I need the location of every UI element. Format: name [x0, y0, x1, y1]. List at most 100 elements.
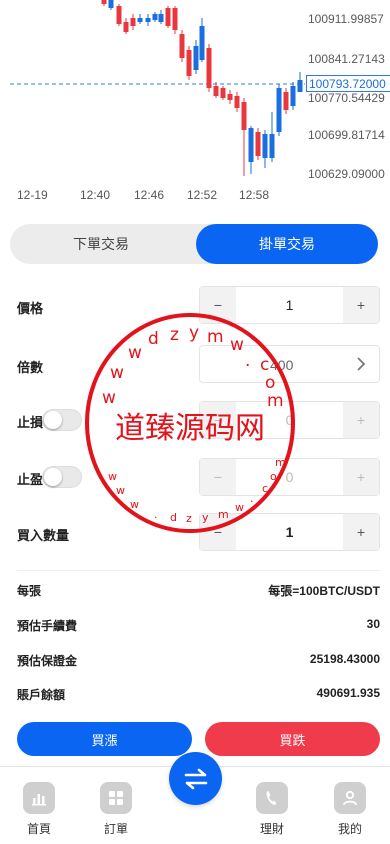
- candle-body: [116, 6, 122, 24]
- time-label-4: 12:52: [187, 188, 218, 202]
- svg-text:w: w: [102, 388, 116, 408]
- take-profit-stepper: − 0 +: [199, 458, 380, 496]
- svg-text:w: w: [110, 363, 124, 383]
- take-profit-label: 止盈: [17, 472, 44, 487]
- nav-home[interactable]: 首頁: [9, 782, 69, 837]
- multiplier-value: 400: [270, 357, 294, 373]
- candle-body: [227, 94, 233, 100]
- svg-text:d: d: [170, 511, 177, 524]
- fee-value: 30: [366, 617, 380, 631]
- price-level-1: 100911.99857: [308, 12, 384, 26]
- quantity-value[interactable]: 1: [236, 514, 343, 550]
- quantity-label: 買入數量: [17, 528, 70, 543]
- take-profit-decrease-button[interactable]: −: [200, 459, 236, 495]
- buy-long-button[interactable]: 買漲: [17, 722, 192, 756]
- candle-body: [234, 96, 240, 108]
- price-level-2: 100841.27143: [308, 52, 385, 66]
- nav-mine-label: 我的: [337, 822, 362, 836]
- order-type-tabs: 下單交易 掛單交易: [10, 224, 378, 264]
- user-icon: [334, 782, 366, 814]
- candle-body: [193, 46, 199, 70]
- time-label-5: 12:58: [239, 188, 270, 202]
- candle-body: [186, 50, 192, 76]
- svg-text:w: w: [108, 470, 117, 483]
- nav-finance[interactable]: 理財: [242, 782, 302, 837]
- price-level-5: 100629.09000: [308, 167, 385, 181]
- grid-icon: [100, 782, 132, 814]
- phone-icon: [256, 782, 288, 814]
- per-lot-value: 每張=100BTC/USDT: [268, 584, 380, 598]
- candle-body: [172, 8, 178, 30]
- time-label-2: 12:40: [80, 188, 111, 202]
- stop-loss-stepper: − 0 +: [199, 401, 380, 439]
- candle-body: [206, 48, 212, 88]
- candle-body: [248, 128, 254, 162]
- candle-body: [241, 102, 247, 130]
- multiplier-label: 倍數: [17, 360, 44, 375]
- candle-body: [255, 132, 261, 156]
- svg-text:d: d: [148, 329, 159, 349]
- chevron-right-icon: [357, 357, 366, 371]
- toggle-knob: [44, 468, 62, 486]
- candle-body: [123, 22, 129, 32]
- candle-body: [297, 80, 303, 92]
- chart-icon: [23, 782, 55, 814]
- margin-value: 25198.43000: [309, 652, 380, 666]
- price-level-3: 100770.54429: [308, 91, 385, 105]
- nav-orders[interactable]: 訂單: [86, 782, 146, 837]
- candle-body: [290, 86, 296, 106]
- per-lot-label: 每張: [17, 584, 42, 598]
- swap-arrows-icon: [184, 768, 207, 789]
- balance-label: 賬戶餘額: [17, 688, 66, 702]
- candle-body: [101, 0, 107, 4]
- svg-text:.: .: [154, 508, 158, 521]
- stop-loss-increase-button[interactable]: +: [343, 402, 379, 438]
- svg-text:w: w: [128, 343, 142, 363]
- take-profit-increase-button[interactable]: +: [343, 459, 379, 495]
- quantity-increase-button[interactable]: +: [343, 514, 379, 550]
- toggle-knob: [44, 411, 62, 429]
- price-value[interactable]: 1: [236, 287, 343, 323]
- quantity-stepper: − 1 +: [199, 513, 380, 551]
- svg-text:z: z: [186, 512, 192, 525]
- candle-body: [137, 18, 143, 22]
- take-profit-toggle[interactable]: [42, 466, 82, 488]
- time-label-3: 12:46: [134, 188, 165, 202]
- stop-loss-value[interactable]: 0: [236, 402, 343, 438]
- take-profit-value[interactable]: 0: [236, 459, 343, 495]
- svg-text:z: z: [170, 325, 179, 345]
- divider: [17, 570, 381, 571]
- multiplier-select[interactable]: 400: [199, 345, 380, 383]
- fee-label: 預估手續費: [17, 619, 78, 633]
- svg-text:y: y: [189, 323, 199, 343]
- nav-finance-label: 理財: [259, 822, 284, 836]
- tab-limit-order[interactable]: 掛單交易: [196, 224, 378, 264]
- price-label: 價格: [17, 301, 44, 316]
- candle-body: [130, 18, 136, 26]
- candle-body: [220, 88, 226, 98]
- candle-body: [213, 86, 219, 96]
- candle-body: [179, 34, 185, 58]
- svg-text:w: w: [130, 498, 139, 511]
- candle-body: [276, 88, 282, 132]
- price-decrease-button[interactable]: −: [200, 287, 236, 323]
- svg-text:w: w: [116, 484, 125, 497]
- tab-market-order[interactable]: 下單交易: [10, 224, 192, 264]
- candle-body: [199, 26, 205, 60]
- svg-text:m: m: [207, 327, 224, 347]
- nav-orders-label: 訂單: [103, 822, 128, 836]
- quantity-decrease-button[interactable]: −: [200, 514, 236, 550]
- margin-label: 預估保證金: [17, 654, 78, 668]
- swap-button[interactable]: [169, 752, 222, 805]
- candlestick-chart[interactable]: 100911.99857 100841.27143 100770.54429 1…: [0, 0, 390, 210]
- price-increase-button[interactable]: +: [343, 287, 379, 323]
- nav-mine[interactable]: 我的: [320, 782, 380, 837]
- stop-loss-label: 止損: [17, 415, 44, 430]
- time-label-1: 12-19: [17, 188, 48, 202]
- buy-short-button[interactable]: 買跌: [205, 722, 380, 756]
- candle-body: [152, 14, 158, 20]
- stop-loss-decrease-button[interactable]: −: [200, 402, 236, 438]
- candle-body: [108, 0, 114, 8]
- price-stepper: − 1 +: [199, 286, 380, 324]
- stop-loss-toggle[interactable]: [42, 409, 82, 431]
